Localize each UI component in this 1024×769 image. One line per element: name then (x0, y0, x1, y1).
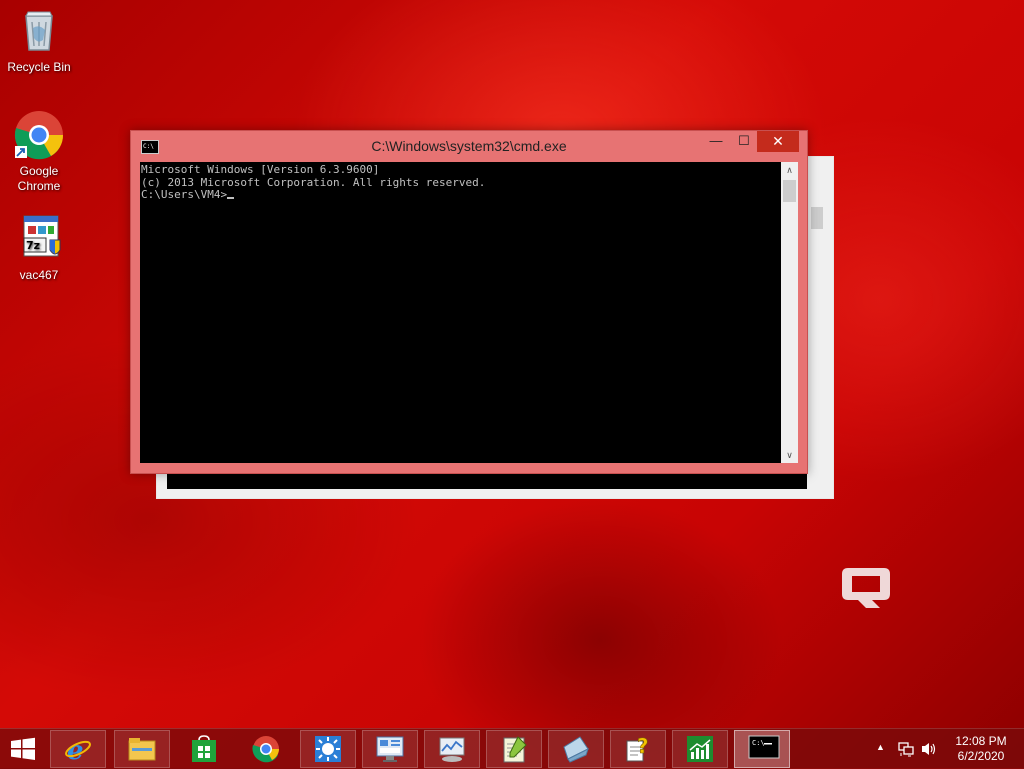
taskbar-internet-explorer[interactable]: e (50, 730, 106, 768)
clock-time: 12:08 PM (955, 734, 1007, 748)
console-line: Microsoft Windows [Version 6.3.9600] (141, 163, 380, 176)
svg-text:C:\: C:\ (752, 739, 765, 747)
console-output[interactable]: Microsoft Windows [Version 6.3.9600] (c)… (140, 162, 781, 463)
recycle-bin-icon (14, 6, 64, 56)
monitor-icon (438, 735, 466, 763)
desktop-icon-recycle-bin[interactable]: Recycle Bin (1, 6, 77, 75)
vertical-scrollbar[interactable]: ∧ ∨ (781, 162, 798, 463)
background-scrollbar (809, 159, 825, 489)
taskbar-chrome[interactable] (238, 730, 294, 768)
title-bar[interactable]: C:\ C:\Windows\system32\cmd.exe — ☐ ✕ (131, 131, 807, 161)
maximize-button[interactable]: ☐ (731, 131, 757, 152)
desktop-icon-label: vac467 (19, 268, 59, 282)
background-console-area (167, 473, 807, 489)
text-cursor (227, 197, 235, 199)
console-prompt: C:\Users\VM4> (141, 188, 228, 201)
control-panel-icon (376, 735, 404, 763)
sun-icon (314, 735, 342, 763)
taskbar: e ? C:\ ▲ 12:08 PM 6/2/2020 (0, 728, 1024, 769)
installer-icon: 7z (14, 214, 64, 264)
taskbar-help[interactable]: ? (610, 730, 666, 768)
chart-icon (686, 735, 714, 763)
taskbar-chart-app[interactable] (672, 730, 728, 768)
internet-explorer-icon: e (64, 735, 92, 766)
scroll-down-button[interactable]: ∨ (781, 447, 798, 463)
clock-date: 6/2/2020 (957, 749, 1005, 763)
cmd-window[interactable]: C:\ C:\Windows\system32\cmd.exe — ☐ ✕ Mi… (130, 130, 808, 474)
taskbar-file-explorer[interactable] (114, 730, 170, 768)
show-hidden-icons-button[interactable]: ▲ (876, 742, 885, 752)
taskbar-notepad-plus[interactable] (486, 730, 542, 768)
taskbar-eraser[interactable] (548, 730, 604, 768)
volume-icon[interactable] (920, 741, 938, 760)
network-icon[interactable] (898, 741, 914, 760)
scroll-up-button[interactable]: ∧ (781, 162, 798, 178)
desktop-icon-google-chrome[interactable]: Google Chrome (1, 110, 77, 194)
desktop-icon-label: Recycle Bin (7, 60, 71, 74)
taskbar-control-panel[interactable] (362, 730, 418, 768)
cmd-icon: C:\ (748, 735, 780, 763)
folder-icon (128, 735, 156, 763)
scroll-thumb[interactable] (783, 180, 796, 202)
chrome-icon (14, 110, 64, 160)
taskbar-cmd[interactable]: C:\ (734, 730, 790, 768)
taskbar-store[interactable] (176, 730, 232, 768)
minimize-button[interactable]: — (701, 131, 731, 152)
desktop-icon-label: Google Chrome (17, 164, 61, 193)
windows-logo-icon (11, 737, 35, 760)
store-icon (190, 735, 218, 763)
system-clock[interactable]: 12:08 PM 6/2/2020 (946, 734, 1016, 764)
compaq-logo (836, 560, 896, 612)
chrome-icon (252, 735, 280, 763)
svg-text:7z: 7z (26, 239, 40, 252)
svg-text:?: ? (637, 735, 649, 758)
eraser-icon (562, 735, 590, 763)
taskbar-performance[interactable] (424, 730, 480, 768)
notepad-icon (500, 735, 528, 763)
help-icon: ? (624, 734, 652, 763)
taskbar-brightness[interactable] (300, 730, 356, 768)
console-line: (c) 2013 Microsoft Corporation. All righ… (141, 175, 486, 189)
start-button[interactable] (8, 737, 38, 761)
desktop-icon-vac467[interactable]: 7z vac467 (1, 214, 77, 283)
close-button[interactable]: ✕ (757, 131, 799, 152)
